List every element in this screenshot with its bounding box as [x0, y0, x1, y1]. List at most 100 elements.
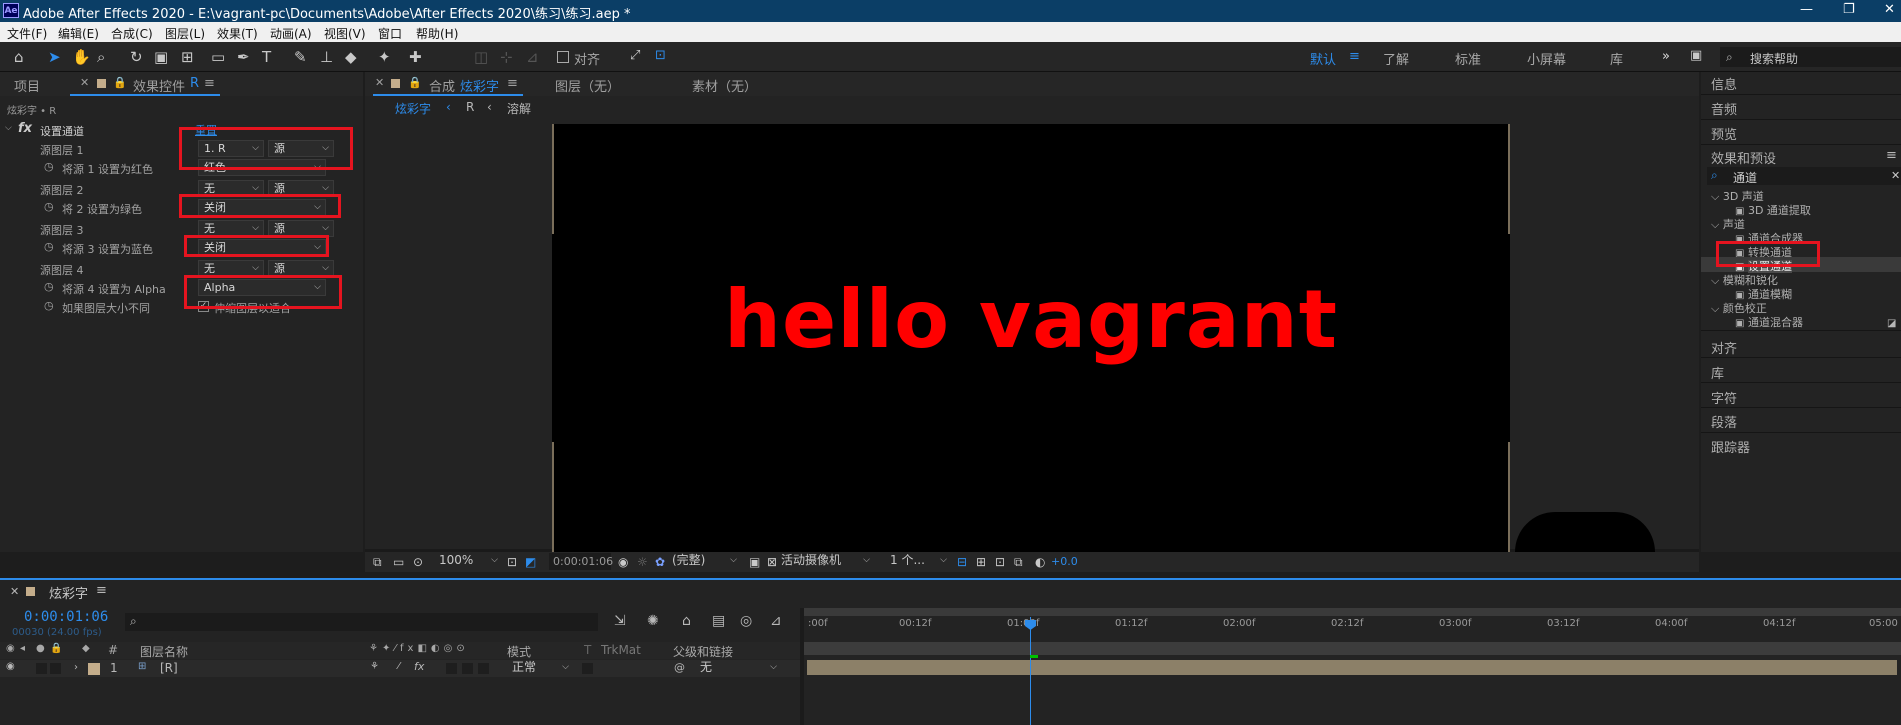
label-tag-icon[interactable]: ◆ — [82, 643, 90, 654]
lock-icon[interactable]: 🔒 — [113, 76, 127, 89]
crumb-layer[interactable]: R — [466, 100, 474, 114]
switch-box[interactable] — [478, 663, 489, 674]
help-search-input[interactable]: 搜索帮助 — [1750, 50, 1798, 67]
workspace-small-screen[interactable]: 小屏幕 — [1527, 49, 1566, 68]
current-time-display[interactable]: 0:00:01:06 — [549, 553, 613, 570]
switch-box[interactable] — [446, 663, 457, 674]
panel-info[interactable]: 信息 — [1711, 74, 1737, 93]
brush-tool-icon[interactable]: ✎ — [294, 48, 307, 66]
more-workspaces-button[interactable]: » — [1662, 49, 1670, 64]
timeline-search-box[interactable]: ⌕ — [125, 613, 598, 631]
help-search-box[interactable]: ⌕ 搜索帮助 — [1720, 47, 1901, 67]
pick-whip-icon[interactable]: @ — [674, 661, 685, 674]
solo-box[interactable] — [36, 663, 47, 674]
panel-toggle-icon[interactable]: ▣ — [1690, 48, 1702, 63]
preserve-transparency-box[interactable] — [582, 663, 593, 674]
video-switch-icon[interactable]: ◉ — [6, 643, 15, 654]
panel-menu-icon[interactable]: ≡ — [1886, 148, 1897, 163]
selection-tool-icon[interactable]: ➤ — [48, 48, 61, 66]
views-dropdown[interactable]: 1 个... ⌵ — [885, 553, 951, 570]
panel-effects-presets[interactable]: 效果和预设 — [1711, 148, 1776, 167]
shy-switch-icon[interactable]: ⚘ — [370, 661, 379, 672]
tab-composition-name[interactable]: 炫彩字 — [460, 76, 499, 95]
always-preview-icon[interactable]: ⧉ — [373, 555, 382, 570]
hand-tool-icon[interactable]: ✋ — [72, 48, 91, 66]
lock-box[interactable] — [50, 663, 61, 674]
close-button[interactable]: ✕ — [1884, 2, 1895, 17]
clone-stamp-tool-icon[interactable]: ⊥ — [320, 48, 333, 66]
expand-icon[interactable]: ⌵ — [5, 123, 12, 133]
camera-tool-icon[interactable]: ▣ — [154, 48, 168, 66]
tree-effect[interactable]: ▣ 通道混合器 — [1735, 314, 1803, 330]
timeline-timecode[interactable]: 0:00:01:06 — [24, 609, 108, 625]
roto-brush-tool-icon[interactable]: ✦ — [378, 48, 391, 66]
quality-dropdown[interactable]: (完整) ⌵ — [667, 553, 741, 570]
solo-switch-icon[interactable]: ● — [36, 643, 45, 654]
workspace-default[interactable]: 默认 — [1310, 49, 1336, 68]
fx-icon[interactable]: fx — [18, 121, 32, 136]
restore-button[interactable]: ❐ — [1843, 2, 1855, 17]
menu-composition[interactable]: 合成(C) — [111, 25, 153, 42]
graph-editor-icon[interactable]: ⊿ — [770, 613, 782, 629]
workspace-learn[interactable]: 了解 — [1383, 49, 1409, 68]
snapping-icon[interactable]: ⤢ — [630, 48, 640, 63]
panel-libraries[interactable]: 库 — [1711, 363, 1724, 382]
draft-3d-icon[interactable]: ✺ — [647, 613, 659, 629]
effects-search-input[interactable]: 通道 — [1733, 169, 1757, 186]
lock-switch-icon[interactable]: 🔒 — [50, 643, 62, 654]
panel-tracker[interactable]: 跟踪器 — [1711, 437, 1750, 456]
reset-exposure-icon[interactable]: ◐ — [1035, 555, 1045, 569]
zoom-tool-icon[interactable]: ⌕ — [97, 48, 105, 66]
tab-layer[interactable]: 图层（无） — [555, 76, 620, 95]
flowchart-icon[interactable]: ⧉ — [1014, 555, 1023, 570]
rotate-tool-icon[interactable]: ↻ — [130, 48, 143, 66]
layer-row[interactable]: ◉ › 1 ⊞ [R] ⚘ ⁄ fx 正常 ⌵ @ 无 ⌵ — [0, 660, 800, 677]
panel-paragraph[interactable]: 段落 — [1711, 412, 1737, 431]
snapshot-icon[interactable]: ◉ — [618, 555, 628, 569]
workspace-libraries[interactable]: 库 — [1610, 49, 1623, 68]
time-graph[interactable]: :00f 00:12f 01:00f 01:12f 02:00f 02:12f … — [804, 608, 1901, 725]
parent-dropdown[interactable]: 无 ⌵ — [695, 660, 781, 677]
menu-view[interactable]: 视图(V) — [324, 25, 366, 42]
panel-character[interactable]: 字符 — [1711, 388, 1737, 407]
menu-help[interactable]: 帮助(H) — [416, 25, 458, 42]
fast-preview-icon[interactable]: ⊞ — [976, 555, 986, 569]
menu-layer[interactable]: 图层(L) — [165, 25, 205, 42]
stopwatch-icon[interactable]: ◷ — [44, 240, 54, 253]
world-axis-icon[interactable]: ⊹ — [500, 48, 513, 66]
view-axis-icon[interactable]: ⊿ — [526, 48, 539, 66]
menu-effect[interactable]: 效果(T) — [217, 25, 258, 42]
panel-preview[interactable]: 预览 — [1711, 124, 1737, 143]
zoom-dropdown[interactable]: 100% ⌵ — [434, 553, 502, 570]
menu-animation[interactable]: 动画(A) — [270, 25, 312, 42]
panel-menu-icon[interactable]: ≡ — [96, 583, 107, 598]
close-tab-icon[interactable]: ✕ — [375, 76, 384, 89]
tab-effect-controls[interactable]: 效果控件 — [133, 76, 185, 95]
tab-composition-prefix[interactable]: 合成 — [429, 76, 455, 95]
quality-switch-icon[interactable]: ⁄ — [398, 661, 400, 672]
eye-icon[interactable]: ◉ — [6, 661, 15, 672]
layer-name[interactable]: [R] — [160, 661, 178, 675]
crumb-comp[interactable]: 炫彩字 — [395, 100, 431, 117]
time-ruler[interactable]: :00f 00:12f 01:00f 01:12f 02:00f 02:12f … — [804, 618, 1901, 630]
menu-window[interactable]: 窗口 — [378, 25, 402, 42]
motion-blur-icon[interactable]: ◎ — [740, 613, 752, 629]
audio-switch-icon[interactable]: ◂ — [20, 643, 25, 654]
menu-file[interactable]: 文件(F) — [7, 25, 47, 42]
toggle-pixel-aspect-icon[interactable]: ⊟ — [957, 555, 967, 569]
menu-edit[interactable]: 编辑(E) — [58, 25, 99, 42]
stopwatch-icon[interactable]: ◷ — [44, 299, 54, 312]
panel-audio[interactable]: 音频 — [1711, 99, 1737, 118]
effects-search-box[interactable]: ⌕ 通道 ✕ — [1707, 167, 1901, 185]
exposure-value[interactable]: +0.0 — [1051, 555, 1078, 568]
snap-options-icon[interactable]: ⊡ — [655, 48, 666, 63]
current-time-indicator[interactable] — [1030, 617, 1031, 725]
transparency-grid-icon[interactable]: ▣ — [749, 555, 760, 569]
frame-blending-icon[interactable]: ▤ — [712, 613, 725, 629]
comp-mini-flowchart-icon[interactable]: ⇲ — [614, 613, 626, 629]
fx-switch-icon[interactable]: fx — [414, 660, 424, 673]
layer-label-color[interactable] — [88, 663, 100, 675]
region-icon[interactable]: ◩ — [525, 555, 536, 569]
shy-layers-icon[interactable]: ⌂ — [682, 613, 691, 629]
tree-effect[interactable]: ▣ 3D 通道提取 — [1735, 202, 1811, 218]
